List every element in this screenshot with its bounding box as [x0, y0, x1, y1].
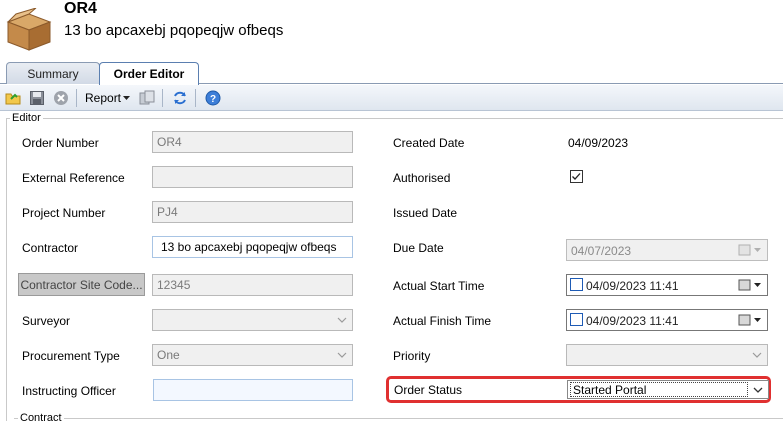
order-number-field[interactable]: OR4	[152, 131, 353, 153]
contract-group-border	[14, 418, 783, 419]
issued-date-label: Issued Date	[393, 206, 458, 220]
authorised-label: Authorised	[393, 171, 451, 185]
created-date-value: 04/09/2023	[568, 136, 629, 150]
priority-dropdown[interactable]	[566, 344, 768, 366]
project-number-field[interactable]: PJ4	[152, 201, 353, 223]
order-status-label: Order Status	[394, 383, 463, 397]
contractor-site-code-field[interactable]: 12345	[152, 274, 353, 296]
order-status-dropdown[interactable]: Started Portal	[567, 380, 769, 399]
external-reference-label: External Reference	[22, 171, 125, 185]
calendar-dropdown-icon	[738, 244, 761, 256]
open-folder-button[interactable]	[2, 87, 24, 109]
help-icon: ?	[205, 90, 221, 105]
help-button[interactable]: ?	[202, 87, 224, 109]
contractor-site-code-button[interactable]: Contractor Site Code...	[18, 273, 145, 296]
due-date-picker[interactable]: 04/07/2023	[566, 239, 768, 261]
toolbar: Report ?	[0, 85, 783, 111]
created-date-label: Created Date	[393, 136, 465, 150]
refresh-icon	[174, 91, 186, 104]
contract-legend: Contract	[18, 412, 64, 421]
page-subtitle: 13 bo apcaxebj pqopeqjw ofbeqs	[64, 22, 284, 39]
tab-bar: Summary Order Editor	[0, 62, 783, 85]
actual-finish-time-picker[interactable]: 04/09/2023 11:41	[566, 309, 768, 331]
due-date-value: 04/07/2023	[571, 244, 632, 258]
chevron-down-icon	[337, 352, 347, 358]
tab-order-editor[interactable]: Order Editor	[99, 62, 199, 85]
contractor-label: Contractor	[22, 241, 79, 255]
calendar-dropdown-icon	[738, 279, 761, 291]
svg-text:?: ?	[210, 94, 216, 105]
editor-legend: Editor	[10, 112, 43, 124]
authorised-checkbox[interactable]	[570, 170, 583, 183]
report-dropdown-button[interactable]: Report	[81, 87, 134, 109]
instructing-officer-label: Instructing Officer	[22, 384, 116, 398]
chevron-down-icon	[752, 352, 762, 358]
tab-summary[interactable]: Summary	[6, 62, 100, 84]
contractor-field[interactable]: 13 bo apcaxebj pqopeqjw ofbeqs	[152, 236, 353, 258]
header: OR4 13 bo apcaxebj pqopeqjw ofbeqs	[0, 0, 783, 62]
actual-finish-time-label: Actual Finish Time	[393, 314, 492, 328]
toolbar-separator	[162, 88, 164, 107]
actual-start-time-value: 04/09/2023 11:41	[586, 279, 679, 293]
procurement-type-label: Procurement Type	[22, 349, 120, 363]
package-box-icon	[6, 8, 52, 51]
copy-document-icon	[139, 90, 155, 104]
dropdown-arrow-icon	[123, 95, 131, 100]
save-button[interactable]	[26, 87, 48, 109]
chevron-down-icon	[753, 387, 763, 393]
page-title: OR4	[64, 0, 97, 17]
surveyor-dropdown[interactable]	[152, 309, 353, 331]
actual-start-time-label: Actual Start Time	[393, 279, 485, 293]
procurement-type-dropdown[interactable]: One	[152, 344, 353, 366]
project-number-label: Project Number	[22, 206, 106, 220]
actual-start-time-picker[interactable]: 04/09/2023 11:41	[566, 274, 768, 296]
cancel-circle-icon	[54, 90, 68, 105]
toolbar-separator	[76, 88, 77, 107]
save-disk-icon	[30, 90, 44, 105]
calendar-dropdown-icon	[738, 314, 761, 326]
priority-label: Priority	[393, 349, 431, 363]
order-status-value: Started Portal	[570, 382, 748, 397]
surveyor-label: Surveyor	[22, 314, 71, 328]
copy-button[interactable]	[136, 87, 158, 109]
report-label: Report	[85, 90, 122, 105]
order-number-label: Order Number	[22, 136, 99, 150]
instructing-officer-field[interactable]	[153, 379, 353, 401]
actual-finish-time-value: 04/09/2023 11:41	[586, 314, 679, 328]
toolbar-separator	[195, 88, 197, 107]
chevron-down-icon	[337, 317, 347, 323]
actual-finish-enable-checkbox[interactable]	[570, 313, 583, 326]
open-folder-icon	[5, 93, 21, 104]
refresh-button[interactable]	[169, 87, 191, 109]
due-date-label: Due Date	[393, 241, 444, 255]
actual-start-enable-checkbox[interactable]	[570, 278, 583, 291]
checkmark-icon	[572, 173, 581, 180]
external-reference-field[interactable]	[152, 166, 353, 188]
procurement-type-value: One	[157, 348, 180, 362]
cancel-button[interactable]	[50, 87, 72, 109]
